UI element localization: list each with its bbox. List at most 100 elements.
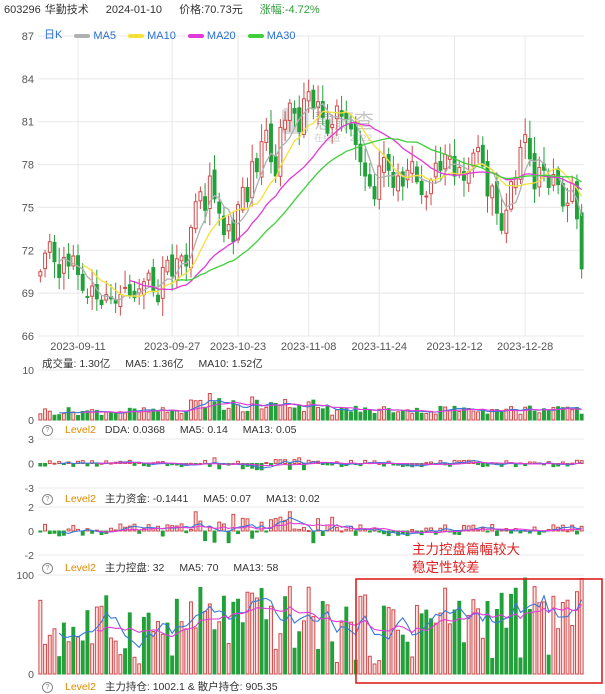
indicator-bar	[264, 530, 269, 533]
capital-value: 主力资金: -0.1441	[104, 493, 189, 505]
help-icon[interactable]: ?	[42, 562, 53, 574]
indicator-bar	[513, 409, 518, 421]
dda-panel	[38, 457, 584, 471]
candle	[245, 186, 250, 203]
indicator-bar	[377, 660, 382, 675]
indicator-bar	[410, 656, 415, 675]
indicator-bar	[254, 399, 259, 421]
indicator-bar	[386, 607, 391, 675]
indicator-bar	[438, 405, 443, 421]
indicator-bar	[165, 622, 170, 675]
indicator-bar	[76, 414, 80, 421]
indicator-bar	[146, 612, 151, 675]
indicator-bar	[137, 411, 142, 421]
indicator-bar	[297, 631, 302, 675]
holdings-info: ? Level2 主力持仓: 1002.1 & 散户持仓: 905.35	[42, 679, 290, 694]
indicator-bar	[419, 412, 424, 421]
indicator-bar	[546, 410, 551, 421]
indicator-bar	[94, 606, 99, 675]
indicator-bar	[546, 654, 551, 675]
stock-header: 603296 华勤技术 2024-01-10 价格:70.73元 涨幅:-4.72…	[4, 1, 334, 17]
indicator-bar	[381, 406, 386, 421]
indicator-bar	[339, 621, 344, 675]
capital-ma13: MA13: 0.02	[266, 493, 320, 505]
indicator-bar	[141, 616, 146, 675]
indicator-bar	[518, 530, 523, 534]
indicator-bar	[556, 628, 561, 675]
candle	[344, 112, 349, 120]
indicator-bar	[353, 530, 358, 536]
candle	[184, 254, 189, 267]
capital-level: Level2	[65, 493, 96, 505]
indicator-bar	[236, 460, 241, 464]
volume-ma10: MA10: 1.52亿	[198, 358, 263, 370]
indicator-bar	[179, 413, 184, 421]
help-icon[interactable]: ?	[42, 681, 53, 693]
candle	[546, 175, 551, 188]
legend-ma5[interactable]: MA5	[74, 30, 116, 42]
indicator-bar	[132, 656, 137, 675]
indicator-bar	[386, 408, 391, 421]
legend-ma10[interactable]: MA10	[128, 30, 176, 42]
chart-legend: 日K MA5 MA10 MA20 MA30	[44, 26, 304, 42]
indicator-bar	[429, 410, 433, 421]
indicator-bar	[198, 399, 203, 421]
indicator-bar	[424, 527, 429, 532]
candle	[476, 146, 481, 153]
indicator-bar	[90, 530, 95, 534]
indicator-bar	[485, 530, 490, 533]
indicator-bar	[429, 461, 433, 465]
indicator-bar	[287, 407, 292, 421]
indicator-bar	[574, 530, 579, 535]
indicator-bar	[443, 406, 448, 421]
indicator-bar	[330, 641, 335, 675]
indicator-bar	[90, 643, 95, 675]
legend-ma20[interactable]: MA20	[187, 30, 236, 42]
volume-info: 成交量: 1.30亿 MA5: 1.36亿 MA10: 1.52亿	[42, 356, 275, 371]
indicator-bar	[462, 642, 466, 675]
candle	[410, 161, 415, 174]
panel-tick-label: 0	[28, 526, 34, 538]
quote-date: 2024-01-10	[105, 4, 163, 16]
dda-value: DDA: 0.0368	[104, 424, 165, 436]
indicator-bar	[316, 649, 321, 675]
help-icon[interactable]: ?	[42, 493, 53, 505]
indicator-bar	[363, 594, 368, 675]
indicator-bar	[189, 601, 193, 675]
indicator-bar	[396, 629, 401, 675]
legend-kline[interactable]: 日K	[44, 26, 62, 42]
y-tick-label: 84	[22, 74, 34, 86]
indicator-bar	[457, 411, 462, 421]
indicator-bar	[184, 530, 189, 534]
indicator-bar	[47, 460, 52, 465]
indicator-bar	[184, 628, 189, 675]
indicator-bar	[433, 413, 438, 421]
indicator-bar	[245, 410, 250, 421]
indicator-bar	[273, 648, 278, 675]
candle	[38, 271, 43, 277]
indicator-bar	[518, 413, 523, 421]
indicator-bar	[414, 604, 419, 675]
candle	[504, 209, 509, 234]
legend-ma30[interactable]: MA30	[247, 30, 295, 42]
indicator-bar	[146, 411, 151, 421]
volume-ma10-line	[82, 401, 582, 413]
candle	[311, 89, 316, 110]
indicator-bar	[123, 412, 128, 421]
x-tick-label: 2023-11-24	[352, 341, 407, 353]
candle	[367, 174, 372, 187]
indicator-bar	[264, 407, 269, 421]
candle	[306, 91, 311, 102]
indicator-bar	[108, 412, 113, 421]
indicator-bar	[90, 409, 95, 421]
control-level: Level2	[65, 562, 96, 574]
candle	[156, 294, 160, 303]
indicator-bar	[391, 412, 396, 421]
indicator-bar	[236, 530, 241, 535]
indicator-bar	[203, 530, 208, 542]
indicator-bar	[104, 595, 109, 675]
help-icon[interactable]: ?	[42, 424, 53, 436]
indicator-bar	[250, 530, 255, 539]
indicator-bar	[283, 596, 288, 675]
indicator-bar	[99, 414, 104, 421]
